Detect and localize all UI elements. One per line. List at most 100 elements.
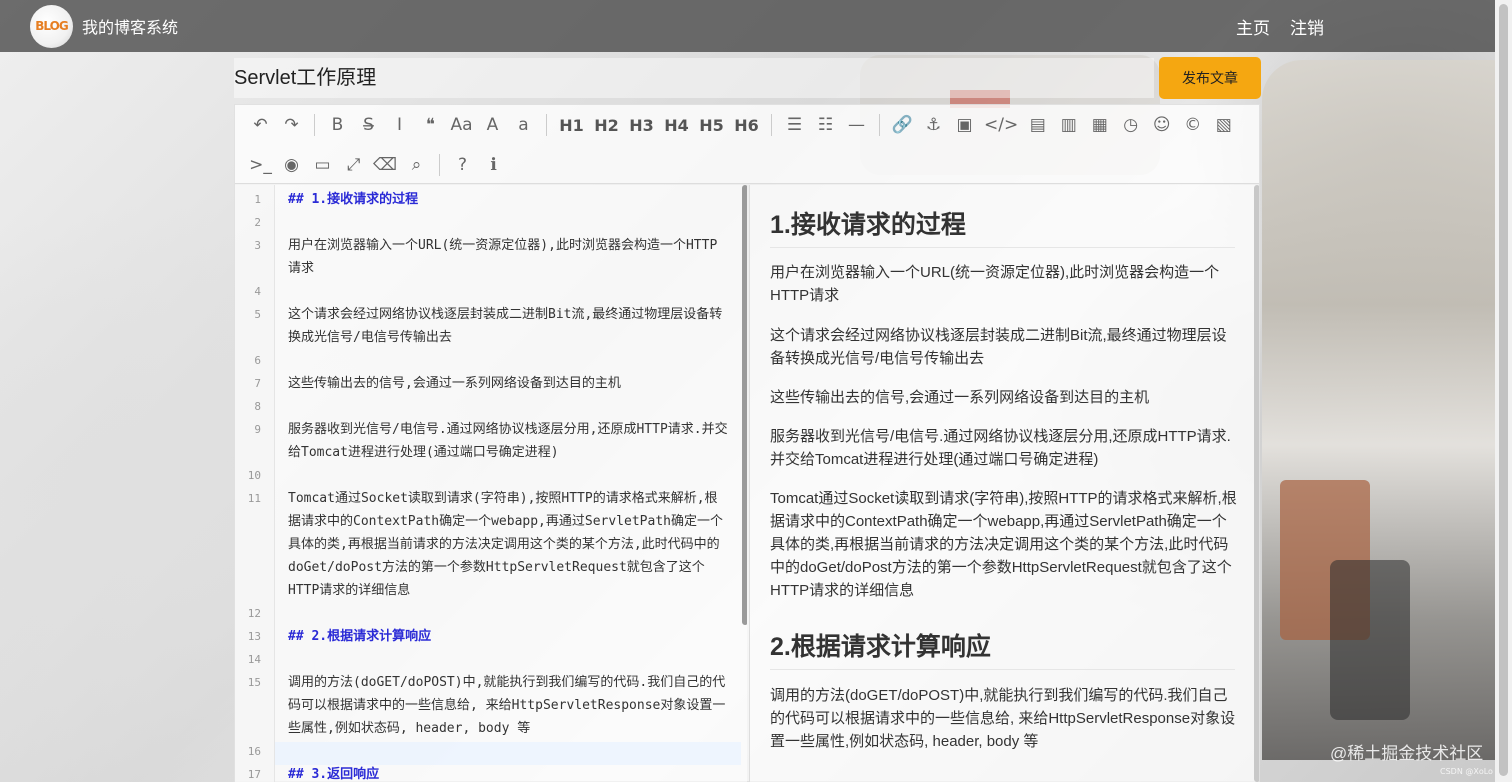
info-button[interactable]: ℹ [478,150,509,180]
uppercase-first-button[interactable]: A [477,110,508,140]
line-number: 11 [247,492,261,505]
h3-button[interactable]: H3 [624,110,659,140]
link-button[interactable]: 🔗 [887,110,918,140]
source-line-heading: ## 2.根据请求计算响应 [288,629,432,644]
nav-logout-link[interactable]: 注销 [1290,14,1324,39]
blog-logo[interactable]: BLOG [30,4,73,48]
h3-icon: H3 [629,115,654,135]
markdown-source-pane[interactable]: 1 2 3 4 5 6 7 8 9 10 11 12 13 14 15 16 1… [235,185,747,782]
ordered-list-button[interactable]: ☷ [810,110,841,140]
toolbar-separator [546,114,547,136]
preformatted-button[interactable]: ▥ [1053,110,1084,140]
html-entities-button[interactable]: © [1177,110,1208,140]
horizontal-rule-button[interactable]: — [841,110,872,140]
markdown-editor: ↶ ↷ B S̶ I ❝ Aa Aa H1 H2 H3 H4 H5 H6 ☰ ☷ — 🔗 ⚓ ▣ </> ▤ ▥ ▦ ◷ ☺ © ▧ … [234,104,1260,782]
watch-toggle-icon: ◉ [284,155,299,175]
h5-button[interactable]: H5 [694,110,729,140]
pagebreak-button[interactable]: ▧ [1208,110,1239,140]
preview-paragraph: Tomcat通过Socket读取到请求(字符串),按照HTTP的请求格式来解析,… [770,490,1237,599]
line-number: 9 [254,423,261,436]
fullscreen-button[interactable]: ⤢ [338,150,369,180]
goto-line-icon: >_ [249,155,272,175]
fullscreen-icon: ⤢ [346,155,361,175]
line-number: 8 [254,400,261,413]
preformatted-icon: ▥ [1060,115,1077,135]
line-number: 5 [254,308,261,321]
unordered-list-button[interactable]: ☰ [779,110,810,140]
watch-toggle-button[interactable]: ◉ [276,150,307,180]
undo-button[interactable]: ↶ [245,110,276,140]
link-icon: 🔗 [891,115,914,135]
code-block-icon: ▤ [1029,115,1046,135]
preview-paragraph: 服务器收到光信号/电信号.通过网络协议栈逐层分用,还原成HTTP请求.并交给To… [770,428,1231,468]
code-block-button[interactable]: ▤ [1022,110,1053,140]
emoji-icon: ☺ [1152,115,1171,135]
line-number: 7 [254,377,261,390]
toolbar-separator [879,114,880,136]
info-icon: ℹ [490,155,497,175]
source-line: 服务器收到光信号/电信号.通过网络协议栈逐层分用,还原成HTTP请求.并交给To… [288,422,728,460]
strikethrough-icon: S̶ [363,115,374,135]
preview-icon: ▭ [314,155,331,175]
uppercase-button[interactable]: Aa [446,110,477,140]
page-scrollbar[interactable] [1495,0,1512,782]
goto-line-button[interactable]: >_ [245,150,276,180]
search-button[interactable]: ⌕ [401,150,432,180]
preview-paragraph: 这个请求会经过网络协议栈逐层封装成二进制Bit流,最终通过物理层设备转换成光信号… [770,327,1227,367]
preview-button[interactable]: ▭ [307,150,338,180]
line-number: 16 [247,745,261,758]
quote-button[interactable]: ❝ [415,110,446,140]
h1-icon: H1 [559,115,584,135]
unordered-list-icon: ☰ [786,115,803,135]
h4-button[interactable]: H4 [659,110,694,140]
page-scrollbar-thumb[interactable] [1499,4,1508,776]
h4-icon: H4 [664,115,689,135]
source-line: 这个请求会经过网络协议栈逐层封装成二进制Bit流,最终通过物理层设备转换成光信号… [288,307,723,345]
nav-home-link[interactable]: 主页 [1236,14,1270,39]
source-scrollbar[interactable] [742,185,747,625]
search-icon: ⌕ [411,155,422,175]
table-button[interactable]: ▦ [1084,110,1115,140]
h6-icon: H6 [734,115,759,135]
source-line-heading: ## 1.接收请求的过程 [288,192,419,207]
h6-button[interactable]: H6 [729,110,764,140]
preview-paragraph: 这些传输出去的信号,会通过一系列网络设备到达目的主机 [770,389,1150,406]
italic-button[interactable]: I [384,110,415,140]
html-entities-icon: © [1184,115,1202,135]
redo-icon: ↷ [284,115,299,135]
emoji-button[interactable]: ☺ [1146,110,1177,140]
preview-scrollbar[interactable] [1254,185,1259,782]
source-line: 这些传输出去的信号,会通过一系列网络设备到达目的主机 [288,376,621,391]
toolbar-row-1: ↶ ↷ B S̶ I ❝ Aa Aa H1 H2 H3 H4 H5 H6 ☰ ☷ — 🔗 ⚓ ▣ </> ▤ ▥ ▦ ◷ ☺ © ▧ [245,107,1239,143]
table-icon: ▦ [1091,115,1108,135]
quote-icon: ❝ [425,115,436,135]
clear-button[interactable]: ⌫ [369,150,401,180]
h1-button[interactable]: H1 [554,110,589,140]
editor-toolbar: ↶ ↷ B S̶ I ❝ Aa Aa H1 H2 H3 H4 H5 H6 ☰ ☷ — 🔗 ⚓ ▣ </> ▤ ▥ ▦ ◷ ☺ © ▧ … [235,105,1259,184]
strikethrough-button[interactable]: S̶ [353,110,384,140]
toolbar-row-2: >_ ◉ ▭ ⤢ ⌫ ⌕? ℹ [245,147,509,183]
clear-icon: ⌫ [373,155,398,175]
markdown-preview-pane: 1.接收请求的过程 用户在浏览器输入一个URL(统一资源定位器),此时浏览器会构… [749,185,1259,782]
lowercase-button[interactable]: a [508,110,539,140]
italic-icon: I [396,115,402,135]
help-button[interactable]: ? [447,150,478,180]
toolbar-separator [314,114,315,136]
article-title-input[interactable]: Servlet工作原理 [234,58,1154,98]
toolbar-separator [771,114,772,136]
line-number: 12 [247,607,261,620]
datetime-button[interactable]: ◷ [1115,110,1146,140]
pagebreak-icon: ▧ [1215,115,1232,135]
redo-button[interactable]: ↷ [276,110,307,140]
h2-button[interactable]: H2 [589,110,624,140]
site-title: 我的博客系统 [82,18,179,37]
background-robot-joint [1330,560,1410,720]
source-line: 用户在浏览器输入一个URL(统一资源定位器),此时浏览器会构造一个HTTP请求 [288,238,718,276]
line-number: 6 [254,354,261,367]
bold-button[interactable]: B [322,110,353,140]
anchor-button[interactable]: ⚓ [918,110,949,140]
line-number: 3 [254,239,261,252]
code-inline-button[interactable]: </> [980,110,1022,140]
image-button[interactable]: ▣ [949,110,980,140]
publish-button[interactable]: 发布文章 [1159,57,1261,99]
